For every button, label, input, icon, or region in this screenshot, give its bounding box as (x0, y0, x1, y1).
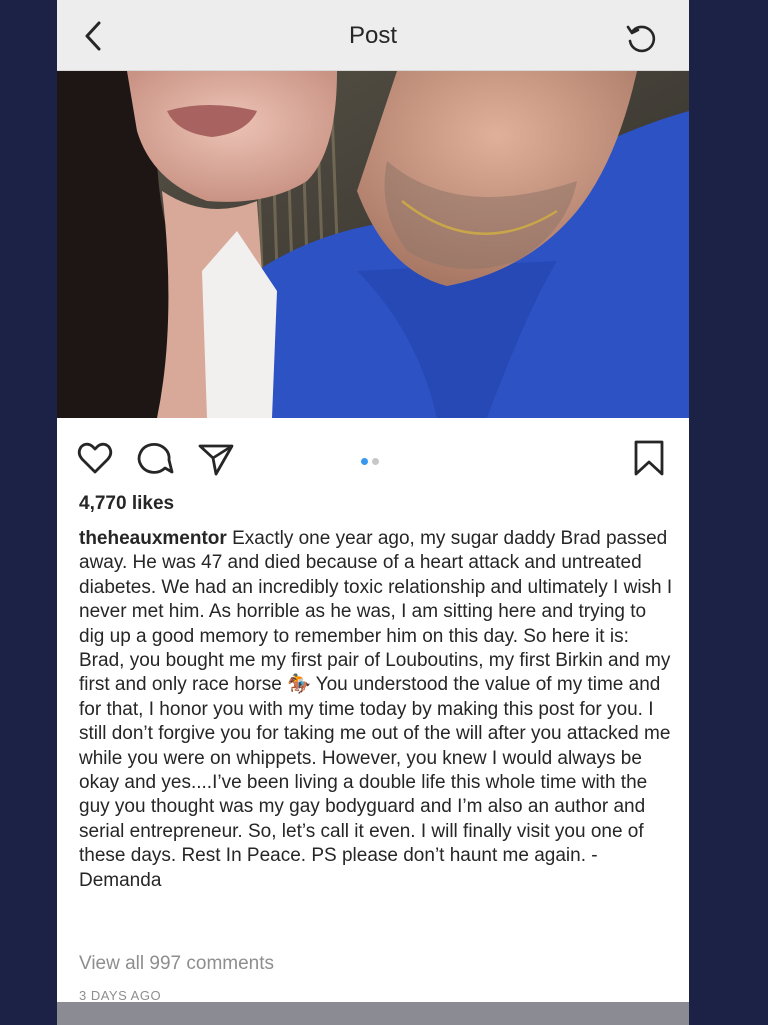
refresh-icon[interactable] (623, 20, 659, 56)
username-link[interactable]: theheauxmentor (79, 528, 227, 549)
post-caption: theheauxmentor Exactly one year ago, my … (79, 527, 674, 893)
bookmark-icon[interactable] (629, 438, 669, 478)
bottom-tab-bar (57, 1002, 689, 1025)
phone-screen: Post 4,770 likes theheauxmentor Exactly … (57, 0, 689, 1025)
race-horse-emoji: 🏇 (287, 674, 311, 696)
likes-count[interactable]: 4,770 likes (79, 493, 174, 515)
caption-text: Exactly one year ago, my sugar daddy Bra… (79, 528, 673, 696)
view-all-comments-link[interactable]: View all 997 comments (79, 953, 274, 975)
page-title: Post (348, 22, 398, 49)
post-timestamp: 3 DAYS AGO (79, 988, 162, 1003)
carousel-dot-active (361, 458, 368, 465)
post-action-bar (57, 418, 689, 493)
top-navigation-bar: Post (57, 0, 689, 71)
send-icon[interactable] (195, 438, 235, 478)
carousel-dot (372, 458, 379, 465)
post-photo[interactable] (57, 71, 689, 418)
comment-icon[interactable] (135, 438, 175, 478)
caption-text-continued: You understood the value of my time and … (79, 674, 671, 891)
heart-icon[interactable] (75, 438, 115, 478)
carousel-indicator (361, 452, 383, 465)
